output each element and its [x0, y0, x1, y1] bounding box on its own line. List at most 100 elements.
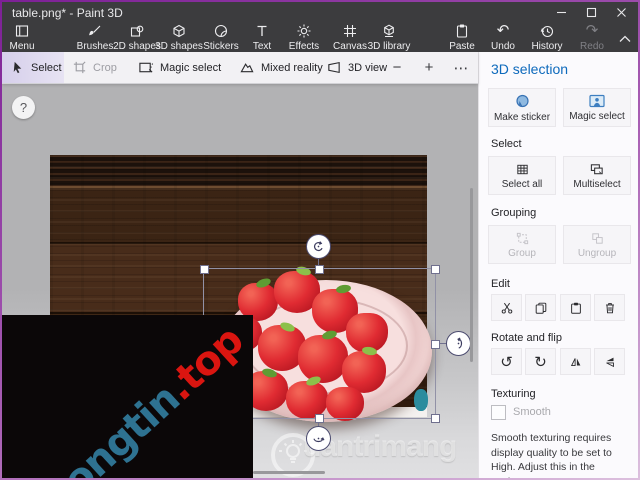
copy-icon [534, 301, 548, 315]
maximize-button[interactable] [576, 2, 606, 22]
collapse-ribbon-chevron-up-icon[interactable] [618, 34, 632, 43]
magic-select-icon [588, 93, 606, 109]
text-icon [254, 23, 270, 39]
window-controls [546, 2, 636, 22]
mixed-reality-icon [239, 60, 255, 75]
flip-vertical-button[interactable] [594, 348, 625, 375]
button-label: Make sticker [493, 111, 551, 123]
ribbon-item-menu[interactable]: Menu [2, 23, 52, 52]
delete-button[interactable] [594, 294, 625, 321]
tool-label: Mixed reality [261, 61, 323, 74]
redo-icon: ↷ [585, 22, 599, 39]
3d-view-icon [326, 60, 342, 75]
cut-icon [500, 301, 514, 315]
zoom-in-button[interactable]: + [417, 52, 441, 83]
vertical-scrollbar[interactable] [470, 188, 473, 362]
paste-icon [454, 23, 470, 39]
make-sticker-icon [514, 93, 531, 110]
tool-3d-view[interactable]: 3D view [326, 52, 387, 83]
screenshot-frame: table.png* - Paint 3D Menu Brushes 2D sh… [0, 0, 640, 480]
smooth-checkbox[interactable] [491, 405, 506, 420]
tool-crop: Crop [72, 52, 117, 83]
cursor-arrow-icon [10, 60, 25, 75]
rotate-y-handle[interactable] [446, 331, 471, 356]
ribbon-item-3d-library[interactable]: 3D library [359, 23, 419, 52]
ribbon-item-label: Redo [580, 41, 604, 52]
menu-icon [14, 23, 30, 39]
section-label-rotate-flip: Rotate and flip [491, 332, 562, 344]
copy-button[interactable] [525, 294, 556, 321]
tool-select[interactable]: Select [10, 52, 62, 83]
site-watermark-block: Truongtin.top [2, 315, 253, 478]
flip-vertical-icon [603, 355, 617, 369]
close-button[interactable] [606, 2, 636, 22]
multiselect-icon [589, 162, 605, 177]
group-icon [515, 231, 530, 246]
button-label: Select all [501, 178, 543, 190]
selection-handle-top-center[interactable] [315, 265, 324, 274]
selection-handle-top-left[interactable] [200, 265, 209, 274]
brush-icon [87, 23, 103, 39]
minimize-button[interactable] [546, 2, 576, 22]
site-watermark-text: Truongtin.top [3, 317, 253, 478]
more-options-button[interactable]: ⋯ [449, 52, 473, 83]
texturing-note: Smooth texturing requires display qualit… [491, 432, 612, 478]
section-label-select: Select [491, 138, 522, 150]
tool-mixed-reality[interactable]: Mixed reality [239, 52, 323, 83]
ribbon-item-label: Menu [9, 41, 35, 52]
section-label-grouping: Grouping [491, 207, 537, 219]
rotate-left-button[interactable]: ↺ [491, 348, 522, 375]
delete-icon [603, 301, 617, 315]
magic-select-panel-button[interactable]: Magic select [563, 88, 631, 127]
selection-handle-bottom-right[interactable] [431, 414, 440, 423]
magic-select-icon [138, 60, 154, 75]
paste-icon [569, 301, 583, 315]
ribbon-item-label: History [531, 41, 563, 52]
make-sticker-button[interactable]: Make sticker [488, 88, 556, 127]
help-button[interactable]: ? [12, 96, 35, 119]
ungroup-icon [590, 231, 605, 246]
rotate-right-button[interactable]: ↻ [525, 348, 556, 375]
tool-label: Select [31, 61, 62, 74]
history-icon [539, 23, 555, 39]
rotate-right-icon: ↻ [534, 353, 547, 371]
tool-label: Crop [93, 61, 117, 74]
selection-handle-right-center[interactable] [431, 340, 440, 349]
tool-magic-select[interactable]: Magic select [138, 52, 221, 83]
zoom-out-button[interactable]: − [385, 52, 409, 83]
3d-library-icon [381, 23, 397, 39]
selection-handle-bottom-center[interactable] [315, 414, 324, 423]
horizontal-scrollbar[interactable] [253, 471, 325, 474]
paste-button[interactable] [560, 294, 591, 321]
section-label-edit: Edit [491, 278, 510, 290]
ribbon-item-label: Undo [491, 41, 515, 52]
select-all-icon [515, 162, 530, 177]
tools-toolbar: Select Crop Magic select Mixed reality 3… [2, 52, 478, 84]
undo-icon: ↶ [496, 22, 510, 39]
flip-horizontal-button[interactable] [560, 348, 591, 375]
group-button: Group [488, 225, 556, 264]
button-label: Group [508, 247, 536, 259]
titlebar-ribbon: table.png* - Paint 3D Menu Brushes 2D sh… [2, 2, 638, 52]
rotate-z-handle[interactable] [306, 234, 331, 259]
smooth-checkbox-label: Smooth [513, 406, 551, 418]
selection-handle-top-right[interactable] [431, 265, 440, 274]
panel-title: 3D selection [491, 61, 569, 77]
select-all-button[interactable]: Select all [488, 156, 556, 195]
tool-label: Magic select [160, 61, 222, 74]
multiselect-button[interactable]: Multiselect [563, 156, 631, 195]
ribbon-item-label: Effects [288, 41, 320, 52]
rotate-x-handle[interactable] [306, 426, 331, 451]
section-label-texturing: Texturing [491, 388, 536, 400]
flip-horizontal-icon [569, 355, 583, 369]
rotate-left-icon: ↺ [500, 353, 513, 371]
paint3d-window: table.png* - Paint 3D Menu Brushes 2D sh… [2, 2, 638, 478]
3d-selection-panel: 3D selection Make sticker Magic select S… [478, 52, 638, 478]
effects-icon [296, 23, 312, 39]
ribbon-item-label: Text [252, 41, 272, 52]
window-title: table.png* - Paint 3D [12, 6, 123, 20]
button-label: Ungroup [577, 247, 617, 259]
3d-shapes-icon [171, 23, 187, 39]
canvas-icon [342, 23, 358, 39]
cut-button[interactable] [491, 294, 522, 321]
